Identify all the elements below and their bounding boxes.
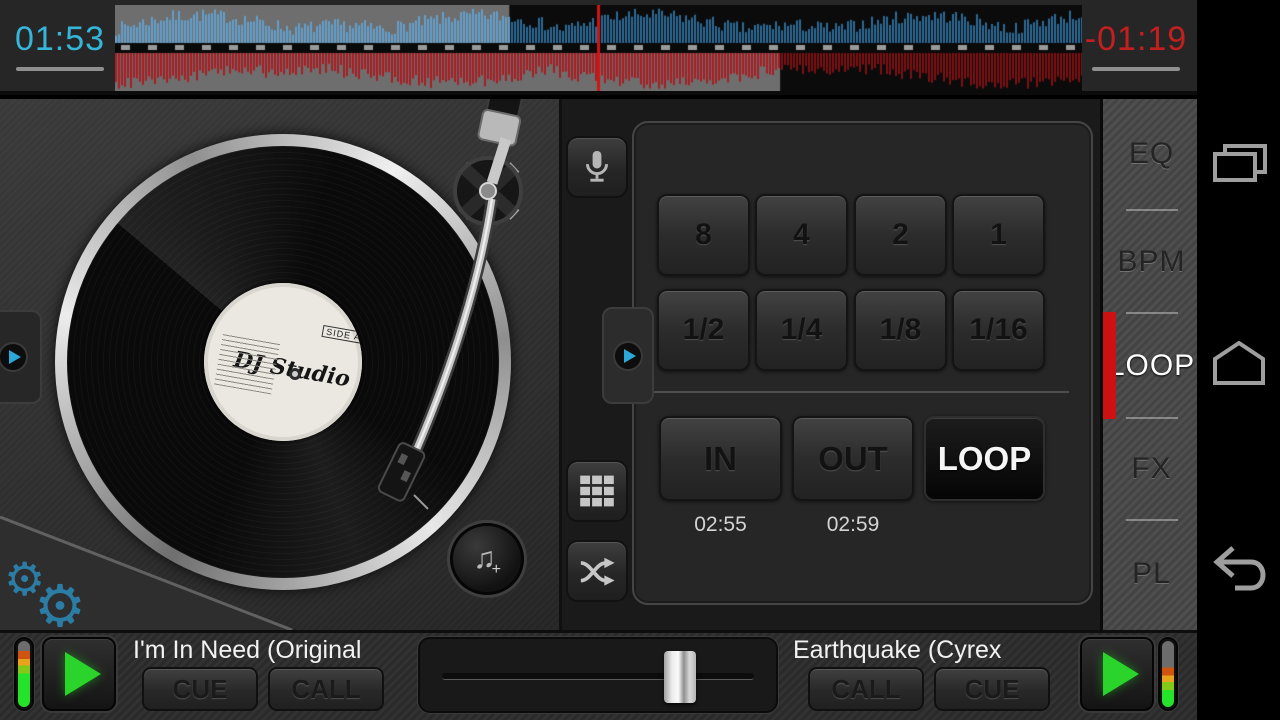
- deck-a-play-button[interactable]: [42, 637, 116, 711]
- tab-loop[interactable]: LOOP: [1103, 314, 1200, 417]
- loop-panel-divider: [652, 391, 1069, 393]
- loop-beats-half-button[interactable]: 1/2: [657, 289, 750, 371]
- deck-a-track-title: I'm In Need (Original: [133, 636, 361, 665]
- loop-beats-1-button[interactable]: 1: [952, 194, 1045, 276]
- loop-in-button[interactable]: IN: [659, 416, 782, 501]
- loop-beats-8-button[interactable]: 8: [657, 194, 750, 276]
- tab-pl[interactable]: PL: [1103, 521, 1200, 627]
- deck-b-remaining-time: -01:19: [1084, 20, 1188, 59]
- recent-apps-icon[interactable]: [1209, 140, 1269, 192]
- tonearm[interactable]: [377, 99, 526, 509]
- tab-eq[interactable]: EQ: [1103, 99, 1200, 209]
- deck-a-time-display: 01:53: [8, 20, 112, 71]
- waveform-canvas[interactable]: [115, 5, 1082, 91]
- loop-beats-quarter-button[interactable]: 1/4: [755, 289, 848, 371]
- panel-tabs-sidebar: EQ BPM LOOP FX PL: [1100, 99, 1197, 630]
- vu-fill: [18, 641, 30, 707]
- crossfader-handle[interactable]: [664, 651, 696, 703]
- loop-beats-eighth-button[interactable]: 1/8: [854, 289, 947, 371]
- deck-a-call-button[interactable]: CALL: [268, 667, 384, 711]
- microphone-button[interactable]: [566, 136, 628, 198]
- shuffle-icon: [575, 549, 619, 593]
- deck-b-time-underline: [1092, 67, 1180, 71]
- back-icon[interactable]: [1209, 542, 1269, 594]
- active-tab-indicator: [1103, 312, 1116, 419]
- microphone-icon: [575, 145, 619, 189]
- loop-beats-2-button[interactable]: 2: [854, 194, 947, 276]
- deck-b-call-button[interactable]: CALL: [808, 667, 924, 711]
- shuffle-button[interactable]: [566, 540, 628, 602]
- deck-b-track-title: Earthquake (Cyrex: [793, 636, 1001, 665]
- tonearm-shaft-outline: [416, 199, 492, 451]
- main-area: DJ Studio SIDE A ⚙ ⚙: [0, 99, 1197, 630]
- deck-a-elapsed-time: 01:53: [8, 20, 112, 59]
- vu-fill: [1162, 641, 1174, 707]
- pad-grid-icon: [576, 470, 618, 512]
- loop-in-time: 02:55: [659, 513, 782, 537]
- crossfader-track[interactable]: [442, 673, 754, 680]
- panel-slide-tab-button[interactable]: [613, 341, 643, 371]
- plus-icon: +: [492, 561, 501, 579]
- play-icon: [1103, 652, 1139, 696]
- deck-a-slide-tab[interactable]: [0, 310, 42, 404]
- loop-panel: 8 4 2 1 1/2 1/4 1/8 1/16 IN OUT LOOP 02:…: [632, 121, 1093, 605]
- headshell: [377, 441, 426, 502]
- stylus-needle: [414, 495, 428, 509]
- deck-a-cue-button[interactable]: CUE: [142, 667, 258, 711]
- deck-a-slide-tab-button[interactable]: [0, 342, 28, 372]
- dj-app-screen: 01:53 -01:19 DJ Studio SIDE A: [0, 0, 1280, 720]
- deck-b-cue-button[interactable]: CUE: [934, 667, 1050, 711]
- waveform-overview-bar: 01:53 -01:19: [0, 0, 1197, 95]
- play-icon: [65, 652, 101, 696]
- add-track-button[interactable]: ♫ +: [450, 523, 524, 595]
- tab-bpm[interactable]: BPM: [1103, 211, 1200, 312]
- loop-beats-4-button[interactable]: 4: [755, 194, 848, 276]
- tonearm-pivot-cap: [480, 183, 496, 199]
- loop-toggle-button[interactable]: LOOP: [924, 416, 1045, 501]
- panel-slide-tab[interactable]: [602, 307, 654, 404]
- deck-b-vu-meter: [1158, 637, 1178, 711]
- play-arrow-icon: [9, 350, 21, 364]
- crossfader[interactable]: [418, 637, 778, 713]
- deck-a-vu-meter: [14, 637, 34, 711]
- android-nav-bar: [1197, 0, 1280, 720]
- transport-bar: I'm In Need (Original CUE CALL Earthquak…: [0, 630, 1197, 720]
- loop-out-button[interactable]: OUT: [792, 416, 914, 501]
- sampler-pads-button[interactable]: [566, 460, 628, 522]
- home-icon[interactable]: [1209, 337, 1269, 389]
- play-arrow-icon: [624, 349, 636, 363]
- deck-b-play-button[interactable]: [1080, 637, 1154, 711]
- settings-gear-icon-large[interactable]: ⚙: [34, 572, 86, 630]
- deck-a-time-underline: [16, 67, 104, 71]
- tab-fx[interactable]: FX: [1103, 419, 1200, 519]
- deck-b-time-display: -01:19: [1084, 20, 1188, 71]
- deck-a-turntable: DJ Studio SIDE A ⚙ ⚙: [0, 99, 562, 630]
- loop-out-time: 02:59: [792, 513, 914, 537]
- loop-beats-sixteenth-button[interactable]: 1/16: [952, 289, 1045, 371]
